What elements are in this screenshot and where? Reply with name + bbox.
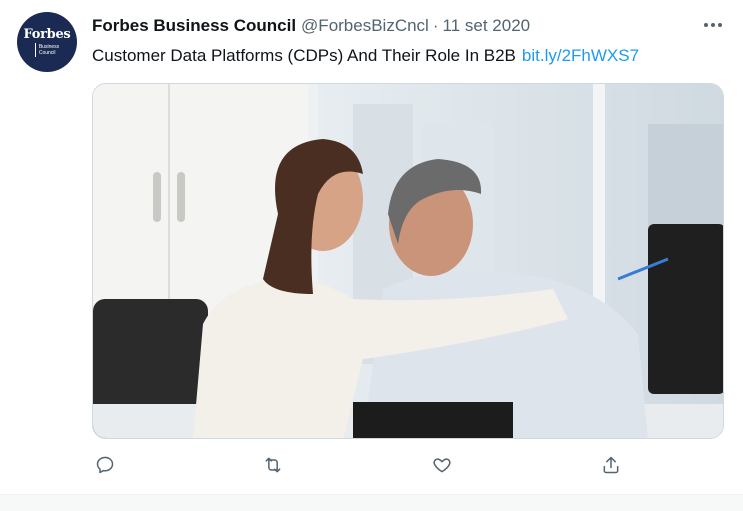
- avatar-divider: [34, 42, 36, 57]
- share-icon[interactable]: [598, 452, 624, 478]
- tweet-text: Customer Data Platforms (CDPs) And Their…: [92, 46, 639, 66]
- tweet-link[interactable]: bit.ly/2FhWXS7: [522, 46, 639, 65]
- feed-divider: [0, 494, 743, 511]
- header-separator: ·: [432, 16, 439, 35]
- author-name[interactable]: Forbes Business Council: [92, 16, 296, 36]
- tweet-actions: [92, 452, 642, 480]
- tweet-body: Customer Data Platforms (CDPs) And Their…: [92, 46, 516, 65]
- author-avatar[interactable]: Forbes Business Council: [17, 12, 77, 72]
- avatar-sub-line1: Business: [38, 43, 60, 50]
- photo-of-two-colleagues-at-computer: [93, 84, 723, 438]
- like-icon[interactable]: [429, 452, 455, 478]
- avatar-sub-line2: Council: [38, 49, 56, 56]
- tweet-media-photo[interactable]: [92, 83, 724, 439]
- retweet-icon[interactable]: [260, 452, 286, 478]
- tweet-header: Forbes Business Council @ForbesBizCncl ·…: [92, 15, 530, 37]
- reply-icon[interactable]: [92, 452, 118, 478]
- avatar-brand-logo: Forbes: [23, 26, 71, 42]
- author-handle[interactable]: @ForbesBizCncl: [301, 16, 429, 36]
- tweet-date[interactable]: 11 set 2020: [443, 16, 531, 36]
- avatar-subtitle: Business Council: [34, 42, 60, 57]
- tweet-card[interactable]: Forbes Business Council Forbes Business …: [0, 0, 743, 494]
- more-options-icon[interactable]: [700, 12, 726, 38]
